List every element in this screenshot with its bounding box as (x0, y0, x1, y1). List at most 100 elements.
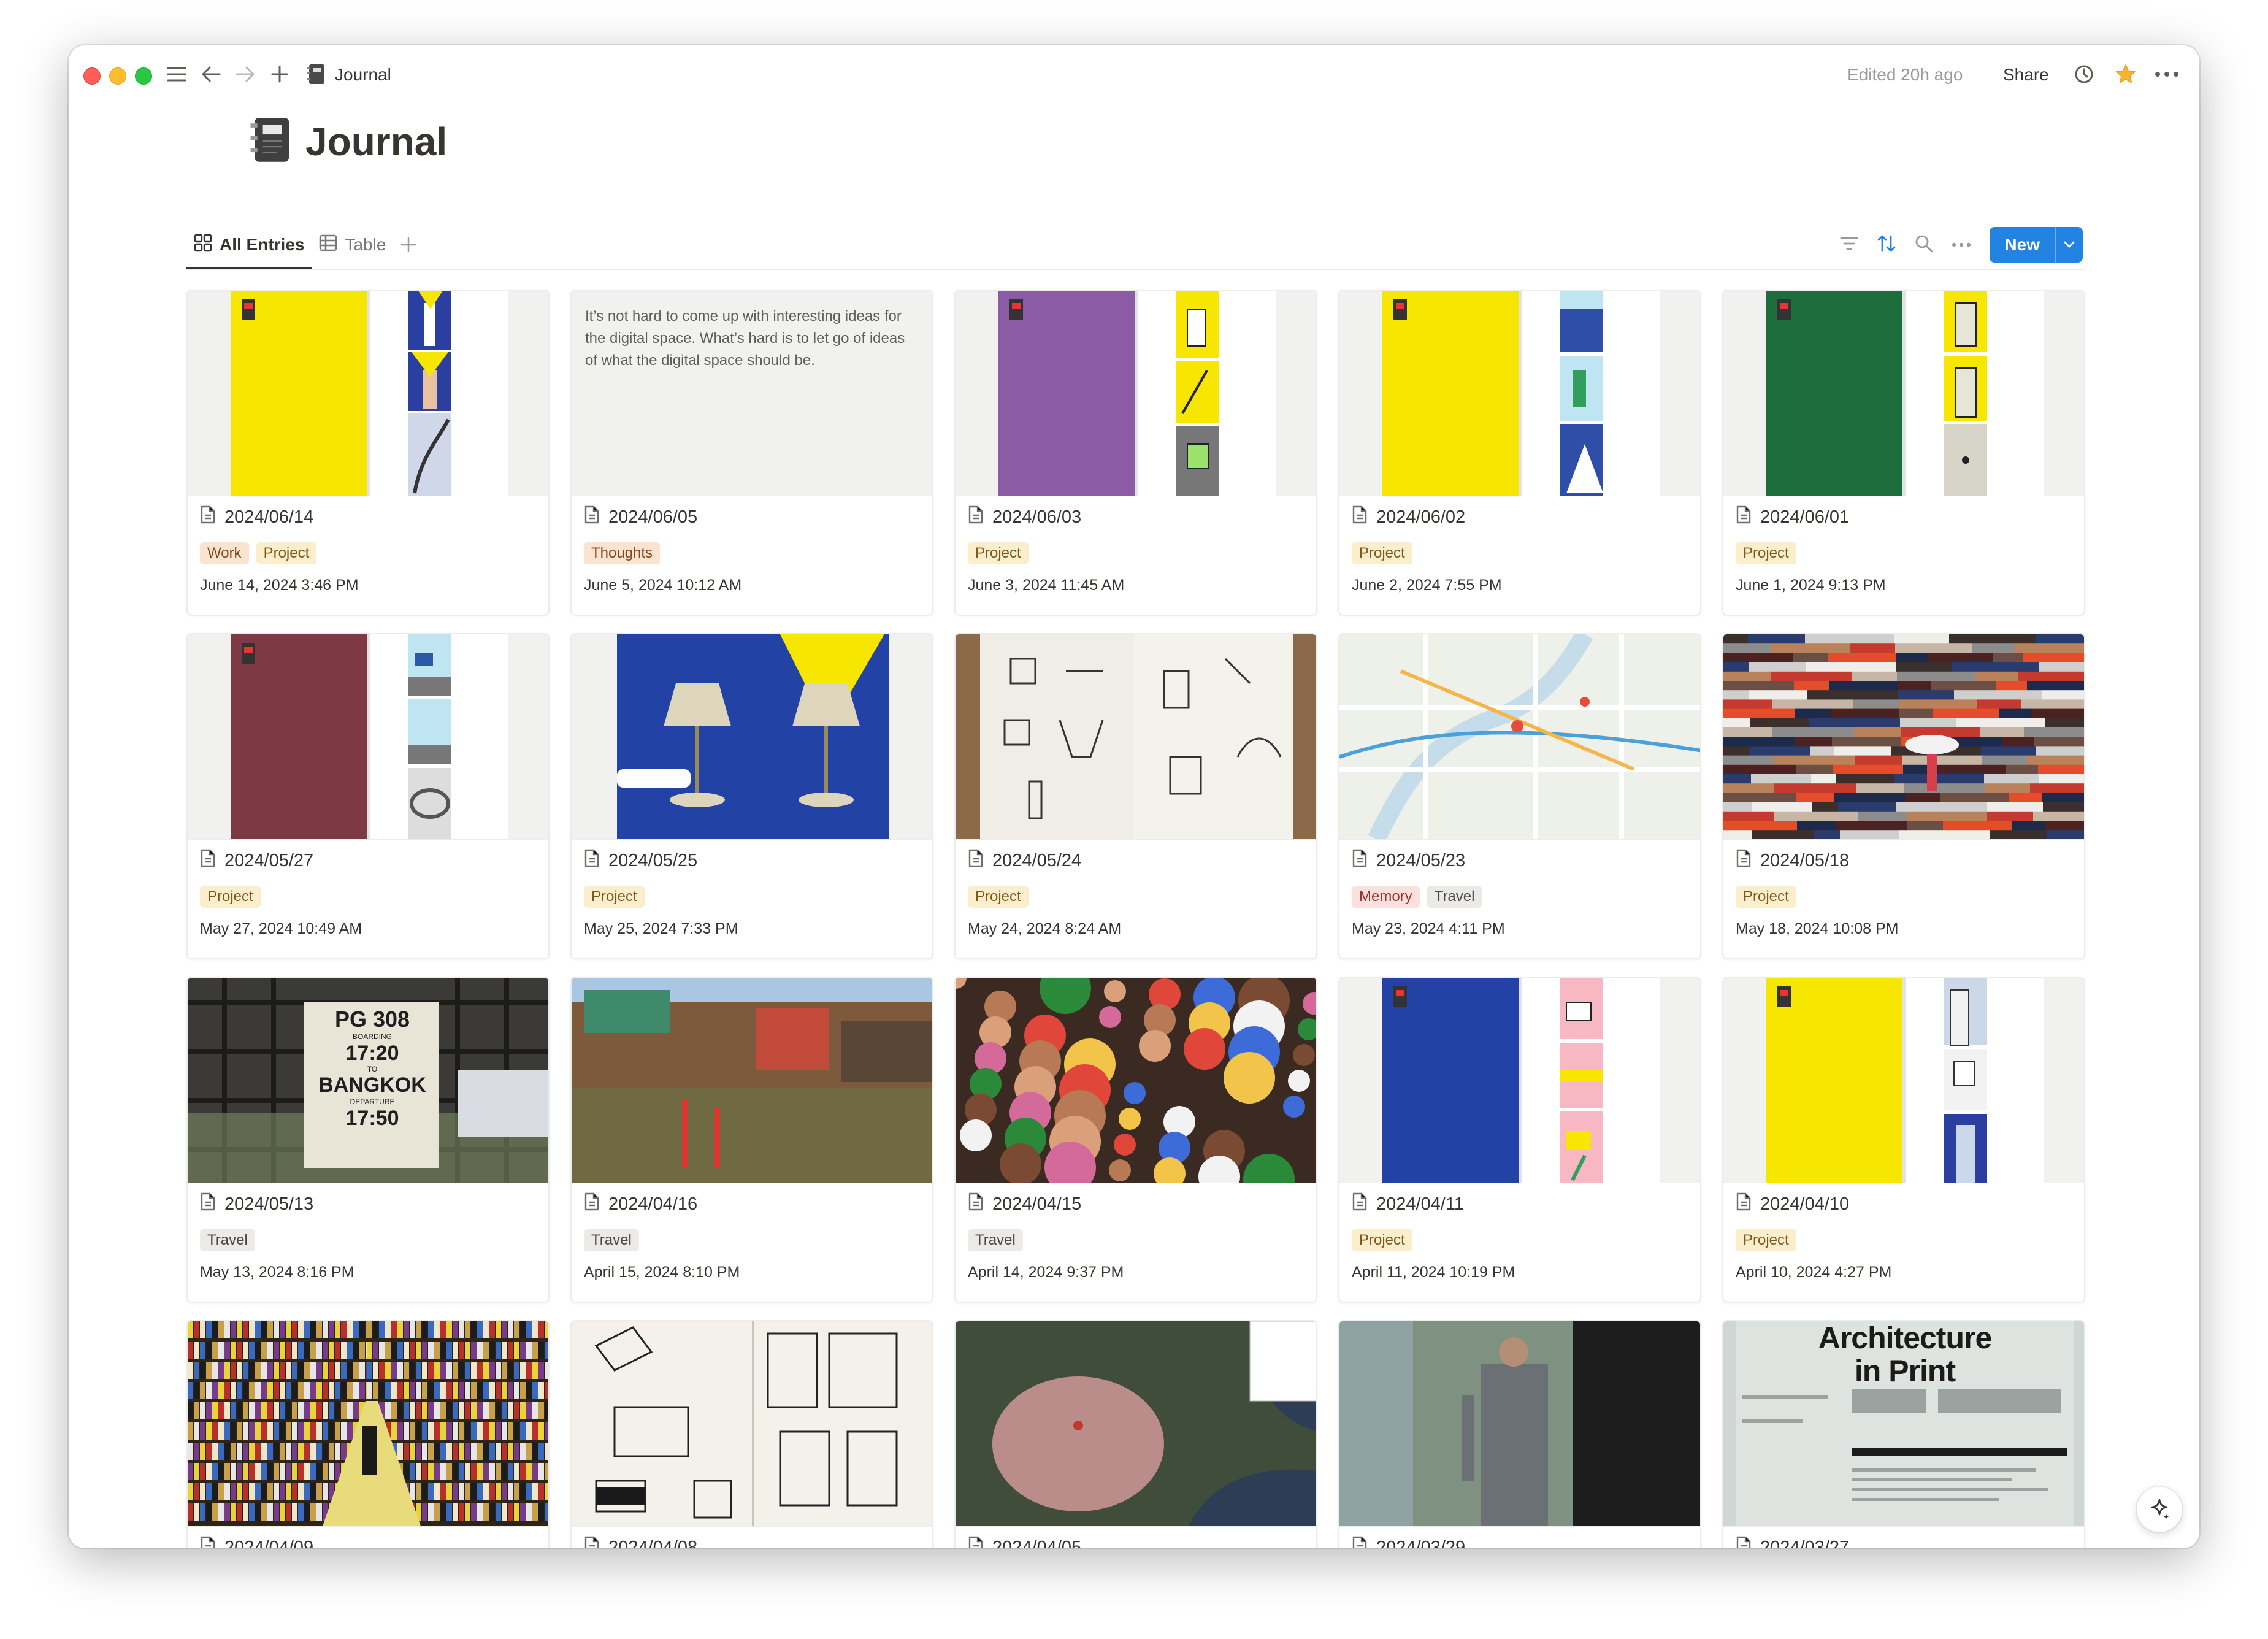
card-title: 2024/06/14 (200, 505, 313, 529)
new-page-plus-icon[interactable] (266, 59, 293, 90)
cover-illustration (956, 1321, 1316, 1526)
gallery-card[interactable]: 2024/05/24 Project May 24, 2024 8:24 AM (954, 633, 1317, 959)
gallery-card[interactable]: 2024/06/03 Project June 3, 2024 11:45 AM (954, 290, 1317, 616)
card-date: May 27, 2024 10:49 AM (200, 920, 362, 937)
card-title: 2024/05/13 (200, 1192, 313, 1216)
tag: Travel (1427, 886, 1482, 908)
zoom-window-button[interactable] (135, 67, 152, 85)
page-icon (1352, 1192, 1368, 1216)
cover-illustration (956, 291, 1316, 496)
card-cover (1723, 978, 2084, 1183)
gallery-card[interactable]: 2024/05/27 Project May 27, 2024 10:49 AM (186, 633, 550, 959)
card-title-text: 2024/05/24 (992, 850, 1082, 870)
gallery-card[interactable]: Architecture in Print 2024/03/27 Observa… (1722, 1320, 2085, 1548)
cover-illustration (1723, 978, 2084, 1183)
tab-table[interactable]: Table (312, 223, 393, 266)
card-title: 2024/03/29 (1352, 1536, 1465, 1548)
gallery-card[interactable]: 2024/06/01 Project June 1, 2024 9:13 PM (1722, 290, 2085, 616)
gallery-card[interactable]: 2024/06/14 Work Project June 14, 2024 3:4… (186, 290, 550, 616)
card-cover (1723, 634, 2084, 840)
share-button[interactable]: Share (2003, 64, 2049, 86)
page-icon (1352, 1536, 1368, 1548)
gallery-card[interactable]: 2024/05/18 Project May 18, 2024 10:08 PM (1722, 633, 2085, 959)
gallery-card[interactable]: 2024/04/11 Project April 11, 2024 10:19 … (1338, 977, 1701, 1303)
gallery-card[interactable]: 2024/04/05 New York (954, 1320, 1317, 1548)
card-title-text: 2024/04/16 (608, 1194, 698, 1214)
gallery-card[interactable]: 2024/04/16 Travel April 15, 2024 8:10 PM (570, 977, 933, 1303)
tab-all-entries[interactable]: All Entries (186, 223, 312, 270)
page-icon (1736, 849, 1752, 872)
card-date: June 2, 2024 7:55 PM (1352, 577, 1502, 594)
page-icon (1736, 505, 1752, 529)
back-arrow-icon[interactable] (197, 59, 224, 90)
card-cover: Architecture in Print (1723, 1321, 2084, 1527)
page-icon (1352, 505, 1368, 529)
card-cover (1339, 978, 1700, 1183)
page-icon (584, 1536, 600, 1548)
minimize-window-button[interactable] (109, 67, 126, 85)
card-date: May 24, 2024 8:24 AM (968, 920, 1122, 937)
notebook-icon (304, 59, 329, 90)
page-header: Journal (250, 117, 447, 166)
close-window-button[interactable] (83, 67, 101, 85)
card-title-text: 2024/04/05 (992, 1537, 1082, 1549)
cover-illustration (956, 634, 1316, 839)
tag: Project (968, 542, 1029, 564)
chevron-down-icon[interactable] (2055, 227, 2083, 263)
gallery-card[interactable]: 2024/04/15 Travel April 14, 2024 9:37 PM (954, 977, 1317, 1303)
notebook-icon[interactable] (250, 117, 292, 166)
more-options-icon[interactable] (2151, 59, 2182, 90)
sidebar-menu-icon[interactable] (163, 59, 190, 90)
card-cover (188, 291, 548, 496)
card-title-text: 2024/04/09 (224, 1537, 314, 1549)
history-clock-icon[interactable] (2071, 59, 2098, 90)
gallery-card[interactable]: It’s not hard to come up with interestin… (570, 290, 933, 616)
gallery-card[interactable]: 2024/04/08 Project (570, 1320, 933, 1548)
card-date: May 25, 2024 7:33 PM (584, 920, 738, 937)
ai-assistant-button[interactable] (2137, 1487, 2182, 1532)
gallery-card[interactable]: 2024/04/09 MemoryProject (186, 1320, 550, 1548)
page-icon (968, 1536, 984, 1548)
card-title-text: 2024/06/03 (992, 507, 1082, 527)
card-title: 2024/04/05 (968, 1536, 1081, 1548)
gallery-card[interactable]: 2024/04/10 Project April 10, 2024 4:27 P… (1722, 977, 2085, 1303)
card-title-text: 2024/04/15 (992, 1194, 1082, 1214)
page-title[interactable]: Journal (305, 117, 447, 166)
gallery-card[interactable]: 2024/06/02 Project June 2, 2024 7:55 PM (1338, 290, 1701, 616)
card-date: June 14, 2024 3:46 PM (200, 577, 359, 594)
card-title-text: 2024/04/08 (608, 1537, 698, 1549)
card-tags: Work Project (200, 542, 317, 564)
tag: Project (1352, 1229, 1412, 1251)
gallery-card[interactable]: 2024/03/29 New York (1338, 1320, 1701, 1548)
sign-boarding-time: 17:20 (345, 1042, 399, 1065)
gallery-card[interactable]: PG 308 BOARDING 17:20 TO BANGKOK DEPARTU… (186, 977, 550, 1303)
add-view-plus-icon[interactable] (393, 223, 424, 266)
sign-departure-time: 17:50 (345, 1107, 399, 1130)
card-cover (1339, 634, 1700, 840)
page-icon (584, 1192, 600, 1216)
card-tags: Project (1736, 542, 1796, 564)
new-entry-button[interactable]: New (1990, 227, 2083, 263)
forward-arrow-icon[interactable] (232, 59, 259, 90)
gallery-card[interactable]: 2024/05/25 Project May 25, 2024 7:33 PM (570, 633, 933, 959)
breadcrumb[interactable]: Journal (335, 64, 391, 86)
filter-icon[interactable] (1840, 236, 1858, 254)
page-icon (200, 849, 216, 872)
page-icon (200, 505, 216, 529)
gallery-card[interactable]: 2024/05/23 Memory Travel May 23, 2024 4:1… (1338, 633, 1701, 959)
sort-icon[interactable] (1877, 234, 1896, 256)
tag: Project (256, 542, 317, 564)
card-cover (956, 291, 1316, 496)
sign-boarding-label: BOARDING (352, 1032, 392, 1041)
tag: Project (584, 886, 645, 908)
card-cover (956, 978, 1316, 1183)
search-icon[interactable] (1915, 234, 1933, 256)
card-title: 2024/06/02 (1352, 505, 1465, 529)
more-options-icon[interactable] (1952, 239, 1971, 250)
database-toolbar: New (1840, 227, 2083, 263)
card-tags: Project (1736, 886, 1796, 908)
card-date: April 11, 2024 10:19 PM (1352, 1264, 1515, 1281)
tag: Project (1736, 886, 1796, 908)
favorite-star-icon[interactable] (2112, 59, 2139, 90)
card-title: 2024/04/11 (1352, 1192, 1464, 1216)
